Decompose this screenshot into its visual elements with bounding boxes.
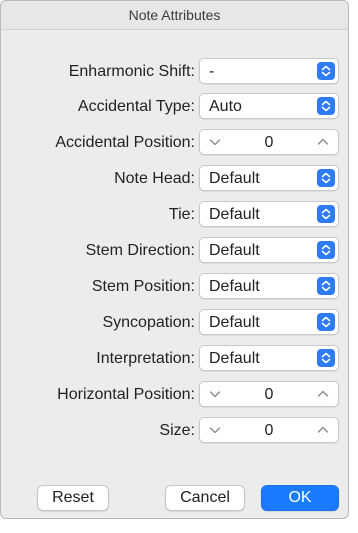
- horizontal-position-label: Horizontal Position:: [57, 386, 195, 403]
- accidental-type-popup[interactable]: Auto: [199, 93, 339, 119]
- row-accidental-type: Accidental Type: Auto: [1, 93, 348, 120]
- updown-chevron-icon: [317, 169, 335, 187]
- updown-chevron-icon: [317, 241, 335, 259]
- updown-chevron-icon: [317, 313, 335, 331]
- note-head-label: Note Head:: [114, 170, 195, 187]
- row-size: Size: 0: [1, 417, 348, 444]
- stem-position-value: Default: [209, 278, 260, 295]
- row-note-head: Note Head: Default: [1, 165, 348, 192]
- row-stem-direction: Stem Direction: Default: [1, 237, 348, 264]
- size-stepper: 0: [199, 417, 339, 443]
- accidental-position-stepper: 0: [199, 129, 339, 155]
- row-stem-position: Stem Position: Default: [1, 273, 348, 300]
- enharmonic-shift-value: -: [209, 63, 215, 80]
- tie-popup[interactable]: Default: [199, 201, 339, 227]
- updown-chevron-icon: [317, 62, 335, 80]
- row-tie: Tie: Default: [1, 201, 348, 228]
- updown-chevron-icon: [317, 277, 335, 295]
- note-head-value: Default: [209, 170, 260, 187]
- row-horizontal-position: Horizontal Position: 0: [1, 381, 348, 408]
- stem-position-popup[interactable]: Default: [199, 273, 339, 299]
- chevron-up-icon[interactable]: [315, 134, 331, 150]
- stem-position-label: Stem Position:: [91, 278, 195, 295]
- note-head-popup[interactable]: Default: [199, 165, 339, 191]
- stem-direction-label: Stem Direction:: [85, 242, 195, 259]
- row-accidental-position: Accidental Position: 0: [1, 129, 348, 156]
- updown-chevron-icon: [317, 97, 335, 115]
- accidental-position-label: Accidental Position:: [55, 134, 195, 151]
- updown-chevron-icon: [317, 349, 335, 367]
- stem-direction-value: Default: [209, 242, 260, 259]
- row-interpretation: Interpretation: Default: [1, 345, 348, 372]
- stem-direction-popup[interactable]: Default: [199, 237, 339, 263]
- row-enharmonic-shift: Enharmonic Shift: -: [1, 58, 348, 85]
- accidental-type-value: Auto: [209, 98, 242, 115]
- accidental-type-label: Accidental Type:: [77, 98, 195, 115]
- interpretation-value: Default: [209, 350, 260, 367]
- tie-value: Default: [209, 206, 260, 223]
- syncopation-popup[interactable]: Default: [199, 309, 339, 335]
- note-attributes-dialog: Note Attributes Enharmonic Shift: - Acci…: [0, 0, 349, 519]
- window-title: Note Attributes: [1, 1, 348, 30]
- updown-chevron-icon: [317, 205, 335, 223]
- interpretation-label: Interpretation:: [96, 350, 195, 367]
- interpretation-popup[interactable]: Default: [199, 345, 339, 371]
- enharmonic-shift-label: Enharmonic Shift:: [68, 63, 195, 80]
- row-syncopation: Syncopation: Default: [1, 309, 348, 336]
- tie-label: Tie:: [168, 206, 195, 223]
- cancel-button[interactable]: Cancel: [165, 485, 245, 511]
- ok-button[interactable]: OK: [261, 485, 339, 511]
- syncopation-value: Default: [209, 314, 260, 331]
- size-label: Size:: [159, 422, 195, 439]
- chevron-up-icon[interactable]: [315, 422, 331, 438]
- enharmonic-shift-popup[interactable]: -: [199, 58, 339, 84]
- horizontal-position-stepper: 0: [199, 381, 339, 407]
- chevron-up-icon[interactable]: [315, 386, 331, 402]
- reset-button[interactable]: Reset: [37, 485, 109, 511]
- syncopation-label: Syncopation:: [102, 314, 195, 331]
